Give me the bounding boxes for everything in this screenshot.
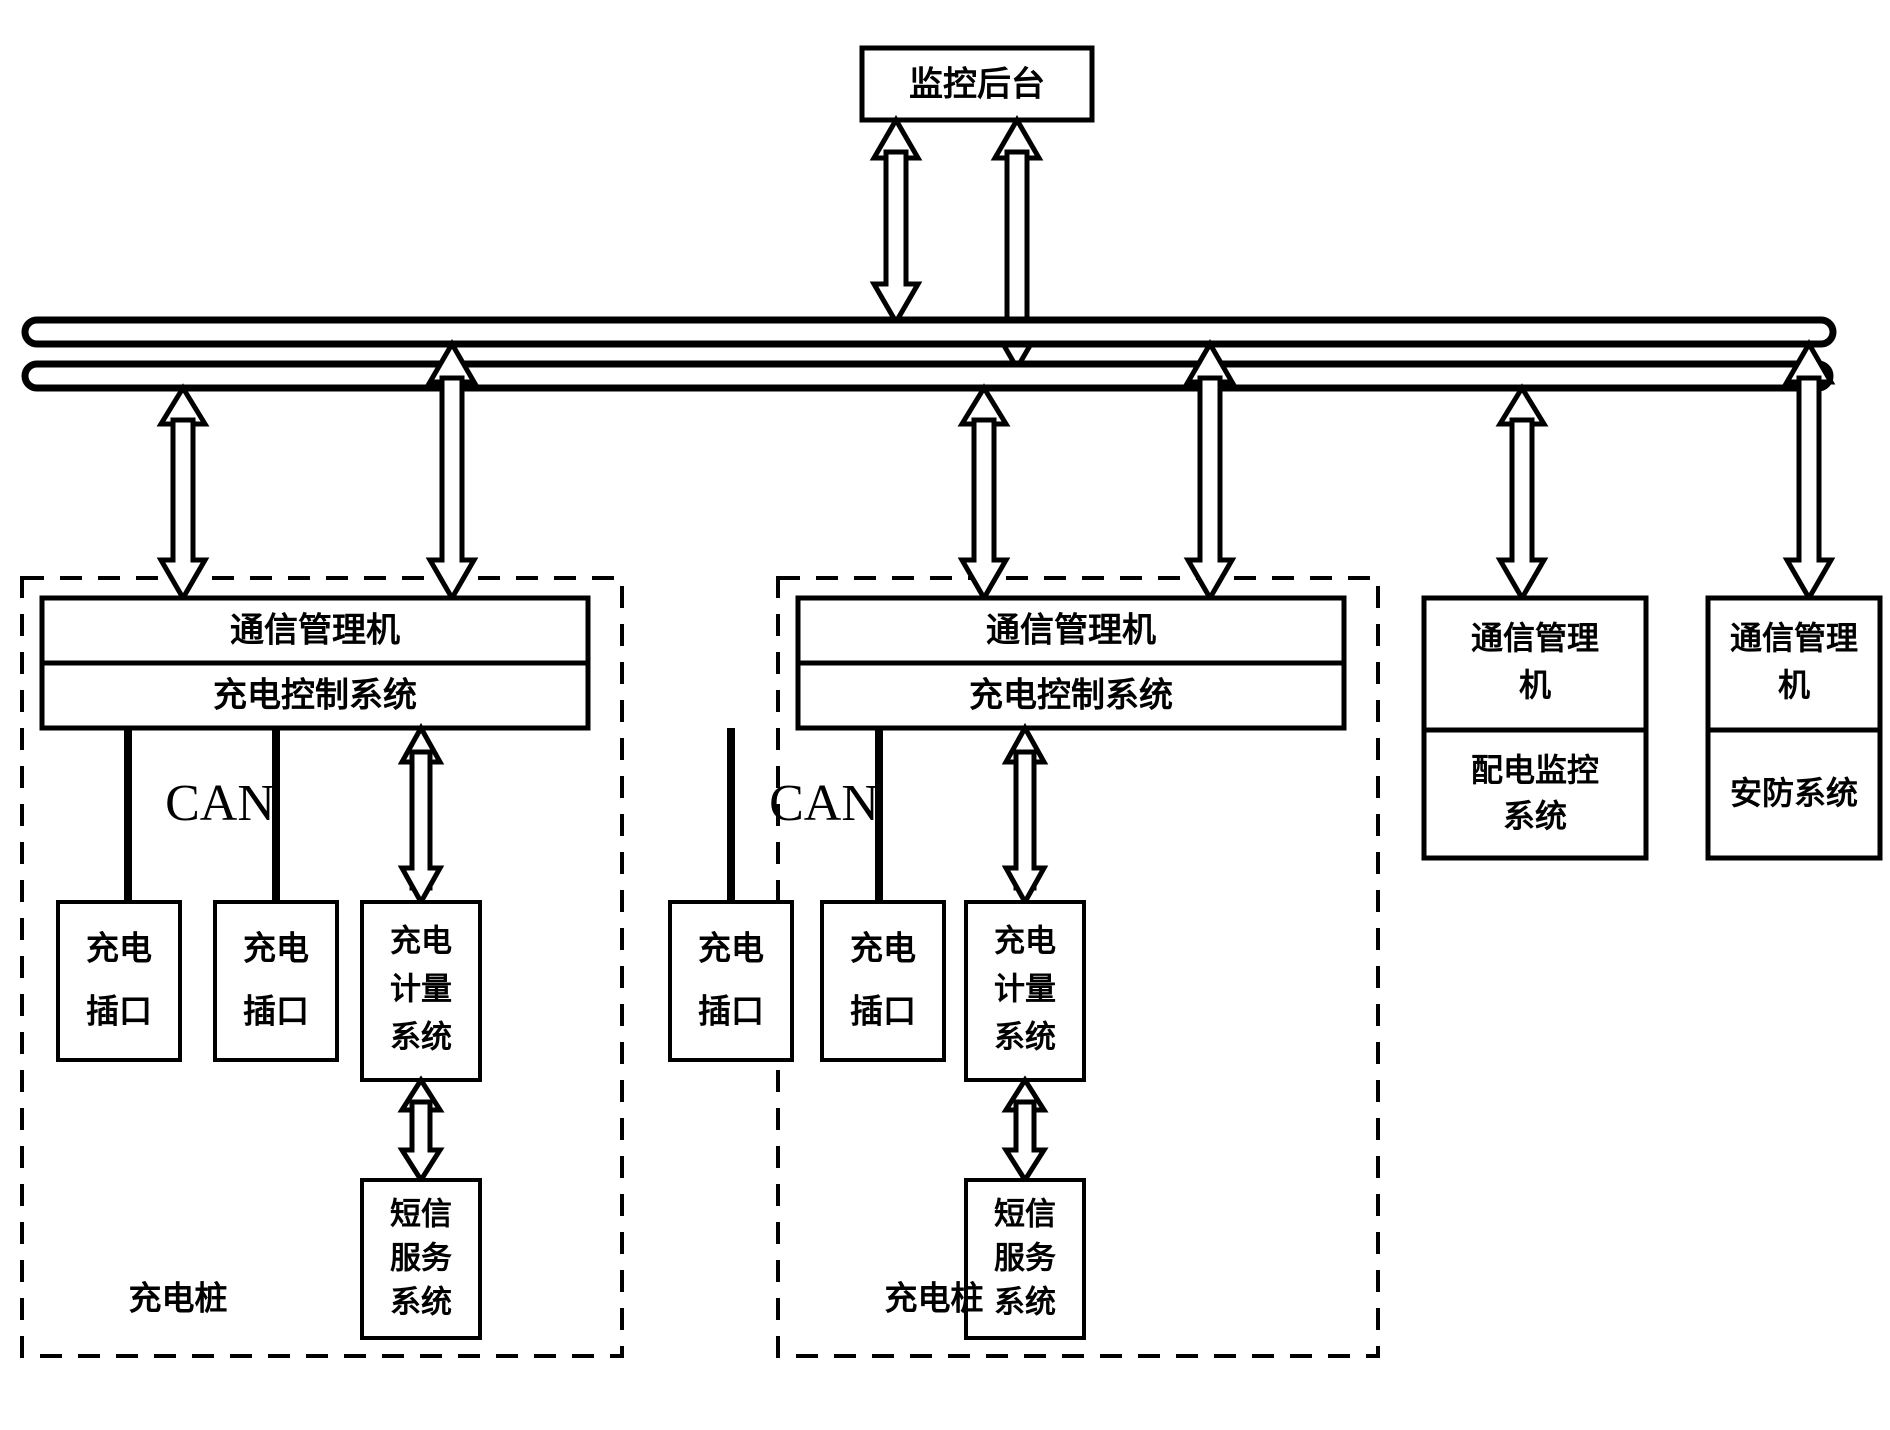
system-architecture-diagram: 监控后台 通信管理机 充电控制系统 CAN 充电 插口 充电 插口 充电 计量 …	[20, 45, 1883, 1358]
pile1-socket-2-line1: 充电	[243, 929, 309, 968]
distribution-comm-manager-line2: 机	[1519, 666, 1551, 704]
security-system-line1: 安防系统	[1730, 774, 1858, 812]
pile1-socket-1-line1: 充电	[86, 929, 152, 968]
pile2-metering-line2: 计量	[994, 972, 1056, 1008]
arrow-security-unit-to-upper-bus	[1782, 339, 1836, 603]
pile1-controller-stack: 通信管理机 充电控制系统	[39, 595, 591, 731]
monitoring-backend-label: 监控后台	[909, 65, 1045, 105]
security-system-unit: 通信管理 机 安防系统	[1705, 595, 1883, 861]
pile2-socket-1-line2: 插口	[698, 992, 764, 1031]
pile1-metering-line3: 系统	[390, 1020, 452, 1056]
pile1-socket-2-line2: 插口	[243, 992, 309, 1031]
pile2-socket-2-box	[820, 900, 946, 1062]
arrow-pile1-control-to-metering	[397, 722, 445, 908]
pile1-sms-line3: 系统	[390, 1285, 452, 1321]
pile1-metering-system: 充电 计量 系统	[360, 900, 482, 1082]
communication-bus-lower	[21, 360, 1834, 392]
pile2-control-system-label: 充电控制系统	[969, 676, 1173, 716]
pile1-socket-1-box	[56, 900, 182, 1062]
pile1-control-system-label: 充电控制系统	[213, 676, 417, 716]
arrow-pile2-metering-to-sms	[1001, 1075, 1049, 1185]
pile1-socket-1: 充电 插口	[56, 900, 182, 1062]
monitoring-backend-node: 监控后台	[859, 45, 1095, 123]
arrow-pile2-right-to-upper-bus	[1183, 339, 1237, 603]
pile1-group-label: 充电桩	[129, 1279, 228, 1318]
arrow-pile1-right-to-upper-bus	[425, 339, 479, 603]
pile2-sms-line2: 服务	[994, 1241, 1056, 1277]
pile1-socket-2-box	[213, 900, 339, 1062]
pile2-sms-line3: 系统	[994, 1285, 1056, 1321]
pile2-can-bus: CAN	[727, 728, 883, 902]
distribution-monitoring-unit: 通信管理 机 配电监控 系统	[1421, 595, 1649, 861]
pile1-can-label: CAN	[165, 775, 275, 832]
pile1-socket-1-line2: 插口	[86, 992, 152, 1031]
diagram-canvas: 监控后台 通信管理机 充电控制系统 CAN 充电 插口 充电 插口 充电 计量 …	[0, 0, 1890, 1430]
arrow-pile1-left-to-lower-bus	[156, 383, 210, 603]
pile2-can-label: CAN	[769, 775, 879, 832]
pile1-sms-service: 短信 服务 系统	[360, 1178, 482, 1340]
pile2-socket-2-line1: 充电	[850, 929, 916, 968]
pile1-comm-manager-label: 通信管理机	[230, 611, 400, 651]
distribution-comm-manager-line1: 通信管理	[1471, 619, 1599, 657]
arrow-pile2-left-to-lower-bus	[957, 383, 1011, 603]
pile2-metering-line1: 充电	[994, 924, 1056, 960]
pile1-sms-line1: 短信	[390, 1197, 452, 1233]
pile2-socket-1: 充电 插口	[668, 900, 794, 1062]
pile2-metering-line3: 系统	[994, 1020, 1056, 1056]
distribution-system-line2: 系统	[1503, 797, 1567, 835]
arrow-pile2-control-to-metering	[1001, 722, 1049, 908]
pile2-socket-2-line2: 插口	[850, 992, 916, 1031]
pile2-socket-1-box	[668, 900, 794, 1062]
pile2-metering-system: 充电 计量 系统	[964, 900, 1086, 1082]
pile2-comm-manager-label: 通信管理机	[986, 611, 1156, 651]
distribution-system-line1: 配电监控	[1471, 751, 1599, 789]
communication-bus-upper	[21, 316, 1837, 348]
pile2-sms-service: 短信 服务 系统	[964, 1178, 1086, 1340]
pile2-group-label: 充电桩	[885, 1279, 984, 1318]
security-comm-manager-line2: 机	[1778, 666, 1810, 704]
pile1-socket-2: 充电 插口	[213, 900, 339, 1062]
security-comm-manager-line1: 通信管理	[1730, 619, 1858, 657]
pile1-can-bus: CAN	[124, 728, 280, 902]
arrow-backend-to-upper-bus	[869, 115, 923, 327]
arrow-distribution-unit-to-lower-bus	[1495, 383, 1549, 603]
pile2-controller-stack: 通信管理机 充电控制系统	[795, 595, 1347, 731]
pile1-metering-line1: 充电	[390, 924, 452, 960]
pile2-socket-1-line1: 充电	[698, 929, 764, 968]
pile1-sms-line2: 服务	[390, 1241, 452, 1277]
pile1-metering-line2: 计量	[390, 972, 452, 1008]
pile2-sms-line1: 短信	[994, 1197, 1056, 1233]
pile2-socket-2: 充电 插口	[820, 900, 946, 1062]
arrow-pile1-metering-to-sms	[397, 1075, 445, 1185]
